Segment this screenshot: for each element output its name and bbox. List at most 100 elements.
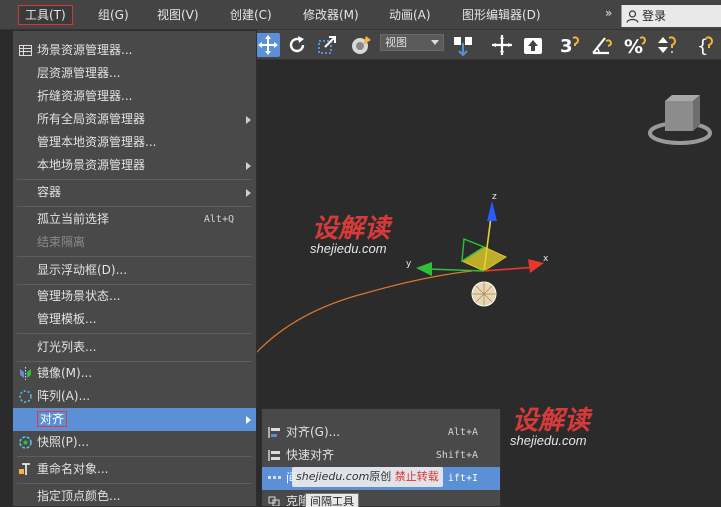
snap-3d-icon: 3 bbox=[560, 36, 580, 57]
menu-item-label: 管理模板... bbox=[37, 312, 97, 326]
menu-item-label: 所有全局资源管理器 bbox=[37, 112, 146, 126]
tools-menu-dropdown: 场景资源管理器... 层资源管理器... 折缝资源管理器... 所有全局资源管理… bbox=[12, 30, 257, 507]
scale-tool-button[interactable] bbox=[315, 33, 339, 57]
svg-text:3: 3 bbox=[560, 36, 573, 57]
submenu-item-shortcut: ift+I bbox=[447, 473, 478, 484]
place-icon bbox=[352, 36, 371, 54]
menu-graph-editors[interactable]: 图形编辑器(D) bbox=[456, 5, 547, 25]
menu-item-label: 显示浮动框(D)... bbox=[37, 263, 128, 277]
menu-item-label: 层资源管理器... bbox=[37, 66, 121, 80]
chevron-right-icon bbox=[246, 189, 251, 197]
spinner-snap-button[interactable] bbox=[654, 33, 678, 57]
menu-view[interactable]: 视图(V) bbox=[151, 5, 205, 25]
menu-item-scene-explorer[interactable]: 场景资源管理器... bbox=[13, 39, 256, 62]
submenu-item-label: 快速对齐 bbox=[286, 448, 335, 462]
submenu-item-label: 对齐(G)... bbox=[286, 425, 341, 439]
menu-item-mirror[interactable]: 镜像(M)... bbox=[13, 362, 256, 385]
login-label: 登录 bbox=[642, 9, 667, 23]
watermark-url: shejiedu.com bbox=[310, 241, 387, 256]
snap-toggle-button[interactable]: 3 bbox=[558, 33, 582, 57]
menu-item-rename-objects[interactable]: 重命名对象... bbox=[13, 458, 256, 481]
menu-item-label: 场景资源管理器... bbox=[37, 43, 133, 57]
menu-item-label: 快照(P)... bbox=[37, 435, 90, 449]
watermark-banner: shejiedu.com原创 禁止转载 bbox=[292, 467, 443, 487]
submenu-item-align[interactable]: 对齐(G)... Alt+A bbox=[262, 421, 500, 444]
gizmo-axis-y bbox=[427, 268, 485, 272]
menu-item-align[interactable]: 对齐 bbox=[13, 408, 256, 431]
gizmo-label-y: y bbox=[406, 259, 412, 269]
percent-snap-icon: % bbox=[624, 36, 647, 58]
spline-curve bbox=[256, 270, 473, 354]
main-toolbar: 视图 3 % { bbox=[256, 30, 721, 60]
rename-icon bbox=[19, 463, 30, 475]
scale-icon bbox=[318, 36, 336, 54]
menu-item-containers[interactable]: 容器 bbox=[13, 181, 256, 204]
keyboard-shortcut-override-button[interactable] bbox=[521, 33, 545, 57]
menu-item-layer-explorer[interactable]: 层资源管理器... bbox=[13, 62, 256, 85]
keyboard-override-icon bbox=[524, 38, 542, 54]
crosshair-icon bbox=[492, 35, 512, 55]
menu-animation[interactable]: 动画(A) bbox=[383, 5, 437, 25]
menu-item-isolate-selection[interactable]: 孤立当前选择 Alt+Q bbox=[13, 208, 256, 231]
menu-item-light-lister[interactable]: 灯光列表... bbox=[13, 336, 256, 359]
svg-text:%: % bbox=[624, 36, 643, 57]
watermark-banner-site: shejiedu.com bbox=[296, 470, 370, 483]
menu-item-shortcut: Alt+Q bbox=[203, 214, 234, 225]
watermark-logo: 设解读 bbox=[312, 214, 391, 244]
align-icon bbox=[268, 427, 280, 438]
svg-text:{: { bbox=[697, 36, 708, 57]
pivot-center-button[interactable] bbox=[451, 33, 475, 57]
angle-snap-button[interactable] bbox=[590, 33, 614, 57]
select-manipulate-button[interactable] bbox=[490, 33, 514, 57]
menu-item-assign-vertex-colors[interactable]: 指定顶点颜色... bbox=[13, 485, 256, 506]
menu-item-manage-scene-states[interactable]: 管理场景状态... bbox=[13, 285, 256, 308]
rotate-tool-button[interactable] bbox=[285, 33, 309, 57]
watermark-url: shejiedu.com bbox=[510, 433, 587, 448]
menu-item-all-global-explorers[interactable]: 所有全局资源管理器 bbox=[13, 108, 256, 131]
spinner-snap-icon bbox=[658, 36, 677, 53]
menu-item-display-floater[interactable]: 显示浮动框(D)... bbox=[13, 259, 256, 282]
login-button[interactable]: 登录 bbox=[621, 5, 721, 27]
menu-item-snapshot[interactable]: 快照(P)... bbox=[13, 431, 256, 454]
menu-item-local-scene-explorers[interactable]: 本地场景资源管理器 bbox=[13, 154, 256, 177]
menu-item-crease-explorer[interactable]: 折缝资源管理器... bbox=[13, 85, 256, 108]
menu-item-label: 对齐 bbox=[37, 411, 68, 427]
submenu-item-clone-and-align[interactable]: 克隆 bbox=[262, 490, 500, 506]
gizmo-arrow-z bbox=[487, 201, 497, 221]
spacing-tool-tooltip: 间隔工具 bbox=[305, 493, 359, 507]
menu-group[interactable]: 组(G) bbox=[92, 5, 135, 25]
menu-item-label: 管理场景状态... bbox=[37, 289, 121, 303]
pivot-center-icon bbox=[454, 37, 472, 57]
gizmo-arrow-x bbox=[528, 259, 544, 273]
menu-tools[interactable]: 工具(T) bbox=[18, 5, 73, 25]
clone-align-icon bbox=[268, 496, 280, 506]
chevron-right-icon bbox=[246, 162, 251, 170]
move-tool-button[interactable] bbox=[256, 33, 280, 57]
align-submenu: 对齐(G)...Alt+A 快速对齐Shift+A 间ift+I 克隆 bbox=[261, 408, 501, 507]
watermark-logo: 设解读 bbox=[512, 406, 591, 436]
percent-snap-button[interactable]: % bbox=[623, 33, 647, 58]
place-tool-button[interactable] bbox=[349, 33, 373, 57]
chevron-right-icon bbox=[246, 416, 251, 424]
gizmo-label-x: x bbox=[543, 254, 549, 264]
menu-overflow-button[interactable]: » bbox=[605, 6, 619, 24]
edit-named-selection-button[interactable]: { bbox=[695, 33, 719, 57]
menu-bar: 工具(T) 组(G) 视图(V) 创建(C) 修改器(M) 动画(A) 图形编辑… bbox=[0, 0, 721, 30]
quick-align-icon bbox=[268, 450, 280, 461]
submenu-item-shortcut: Shift+A bbox=[435, 450, 478, 461]
submenu-item-quick-align[interactable]: 快速对齐 Shift+A bbox=[262, 444, 500, 467]
menu-item-manage-local-explorers[interactable]: 管理本地资源管理器... bbox=[13, 131, 256, 154]
menu-modifiers[interactable]: 修改器(M) bbox=[297, 5, 365, 25]
menu-item-label: 本地场景资源管理器 bbox=[37, 158, 146, 172]
menu-separator bbox=[17, 483, 252, 484]
angle-snap-icon bbox=[592, 37, 613, 55]
menu-separator bbox=[17, 256, 252, 257]
watermark-banner-warning: 禁止转载 bbox=[394, 470, 439, 483]
menu-item-array[interactable]: 阵列(A)... bbox=[13, 385, 256, 408]
menu-item-manage-templates[interactable]: 管理模板... bbox=[13, 308, 256, 331]
menu-create[interactable]: 创建(C) bbox=[224, 5, 278, 25]
table-icon bbox=[19, 45, 32, 56]
menu-item-label: 折缝资源管理器... bbox=[37, 89, 133, 103]
named-selection-icon: { bbox=[697, 36, 714, 57]
reference-coordinate-dropdown[interactable]: 视图 bbox=[380, 34, 444, 51]
